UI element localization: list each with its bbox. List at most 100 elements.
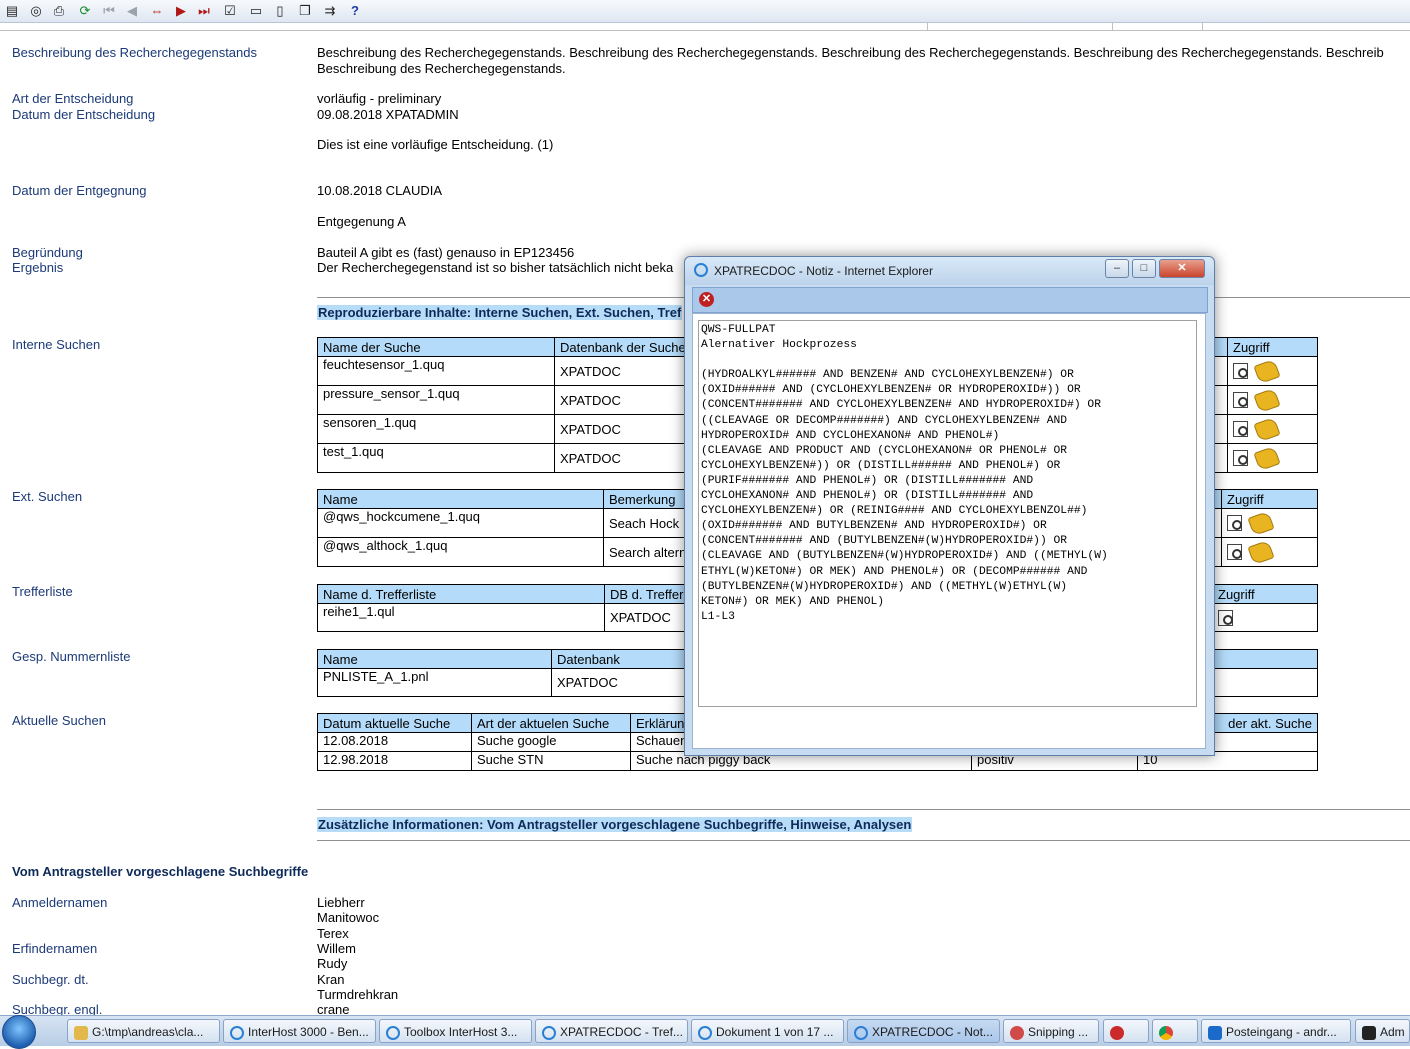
taskbar-item-snipping[interactable]: Snipping ... [1003, 1019, 1099, 1043]
taskbar-item-chrome[interactable] [1152, 1019, 1198, 1043]
col-name: Name [317, 649, 552, 669]
view-document-icon[interactable] [1233, 421, 1248, 437]
taskbar-item-xpatrecdoc-tref[interactable]: XPATRECDOC - Tref... [535, 1019, 688, 1043]
section-zusatz: Zusätzliche Informationen: Vom Antragste… [317, 817, 913, 832]
next-icon[interactable]: ▶ [172, 2, 190, 20]
cell-name: PNLISTE_A_1.pnl [317, 668, 552, 697]
close-note-icon[interactable]: ✕ [699, 292, 714, 307]
cell-name: @qws_althock_1.quq [317, 537, 604, 567]
view-document-icon[interactable] [1218, 609, 1233, 626]
col-zugriff: Zugriff [1227, 337, 1318, 357]
view-document-icon[interactable] [1233, 392, 1248, 408]
beschreibung-label: Beschreibung des Recherchegegenstands [12, 45, 258, 60]
search-forward-icon[interactable]: ⇉ [321, 2, 339, 20]
entgegnung-label: Datum der Entgegnung [12, 183, 147, 198]
edit-icon[interactable]: ☑ [221, 2, 239, 20]
view-document-icon[interactable] [1227, 544, 1242, 560]
note-textarea[interactable]: QWS-FULLPAT Alernativer Hockprozess (HYD… [698, 320, 1197, 707]
note-icon[interactable] [1247, 539, 1275, 565]
note-icon[interactable] [1253, 358, 1281, 384]
ext-suchen-label: Ext. Suchen [12, 489, 83, 504]
cell-name: test_1.quq [317, 443, 555, 473]
col-name: Name der Suche [317, 337, 555, 357]
suchbegr-dt-label: Suchbegr. dt. [12, 972, 89, 987]
swap-icon[interactable]: ⇔ [148, 2, 166, 20]
console-icon [1362, 1025, 1376, 1040]
first-icon[interactable]: ⏮ [100, 2, 118, 20]
cell-name: @qws_hockcumene_1.quq [317, 508, 604, 538]
taskbar-item-xpatrecdoc-notiz[interactable]: XPATRECDOC - Not... [847, 1019, 1000, 1043]
taskbar-item-explorer[interactable]: G:\tmp\andreas\cla... [67, 1019, 220, 1043]
datum-value: 09.08.2018 XPATADMIN [317, 107, 459, 122]
close-button[interactable]: ✕ [1159, 259, 1205, 278]
chrome-icon [1159, 1025, 1173, 1040]
view-document-icon[interactable] [1227, 515, 1242, 531]
start-button[interactable] [2, 1015, 36, 1049]
save-icon[interactable]: ▤ [3, 2, 21, 20]
cell-art: Suche google [471, 732, 631, 752]
ergebnis-label: Ergebnis [12, 260, 64, 275]
divider [317, 809, 1410, 810]
nummernliste-label: Gesp. Nummernliste [12, 649, 131, 664]
ie-icon [854, 1025, 868, 1040]
prev-icon[interactable]: ◀ [123, 2, 141, 20]
taskbar-item-app[interactable] [1103, 1019, 1149, 1043]
document-icon[interactable]: ▯ [271, 2, 289, 20]
copy-icon[interactable]: ❐ [296, 2, 314, 20]
taskbar-item-label: Dokument 1 von 17 ... [716, 1025, 834, 1039]
toolbar: ▤ ◎ ⎙ ⟳ ⏮ ◀ ⇔ ▶ ⏭ ☑ ▭ ▯ ❐ ⇉ ? [0, 0, 1410, 23]
taskbar-item-toolbox[interactable]: Toolbox InterHost 3... [379, 1019, 532, 1043]
datum-label: Datum der Entscheidung [12, 107, 156, 122]
erfinder-value: Willem [317, 941, 356, 956]
erfinder-value: Rudy [317, 956, 348, 971]
minimize-button[interactable]: – [1105, 259, 1129, 278]
view-document-icon[interactable] [1233, 450, 1248, 466]
col-zugriff: Zugriff [1212, 584, 1318, 604]
binoculars-icon[interactable]: ◎ [27, 2, 45, 20]
view-document-icon[interactable] [1233, 363, 1248, 379]
note-icon[interactable] [1247, 510, 1275, 536]
folder-icon [74, 1025, 88, 1040]
entgegnung-value: 10.08.2018 CLAUDIA [317, 183, 443, 198]
taskbar-item-label: XPATRECDOC - Tref... [560, 1025, 683, 1039]
entgegnung-text: Entgegenung A [317, 214, 406, 229]
cell-name: sensoren_1.quq [317, 414, 555, 444]
taskbar-item-cmd[interactable]: Adm [1355, 1019, 1410, 1043]
cell-name: feuchtesensor_1.quq [317, 356, 555, 386]
col-art: Art der aktuelen Suche [471, 713, 631, 733]
note-icon[interactable] [1253, 445, 1281, 471]
cell-art: Suche STN [471, 751, 631, 771]
taskbar-item-label: Adm [1380, 1025, 1405, 1039]
col-datum: Datum aktuelle Suche [317, 713, 472, 733]
ie-icon [698, 1025, 712, 1040]
anmelder-value: Liebherr [317, 895, 365, 910]
beschreibung-value-2: Beschreibung des Recherchegegenstands. [317, 61, 566, 76]
header-grid-lines [0, 22, 1410, 31]
folder-icon[interactable]: ▭ [247, 2, 265, 20]
taskbar-item-outlook[interactable]: Posteingang - andr... [1201, 1019, 1351, 1043]
cell-name: pressure_sensor_1.quq [317, 385, 555, 415]
suchbegr-dt-value: Turmdrehkran [317, 987, 399, 1002]
maximize-button[interactable]: □ [1132, 259, 1156, 278]
refresh-icon[interactable]: ⟳ [76, 2, 94, 20]
ergebnis-value: Der Recherchegegenstand ist so bisher ta… [317, 260, 674, 275]
popup-title: XPATRECDOC - Notiz - Internet Explorer [714, 264, 933, 278]
taskbar-item-dokument[interactable]: Dokument 1 von 17 ... [691, 1019, 844, 1043]
ie-icon [230, 1025, 244, 1040]
begruendung-value: Bauteil A gibt es (fast) genauso in EP12… [317, 245, 575, 260]
cell-datum: 12.98.2018 [317, 751, 472, 771]
ie-icon [694, 263, 708, 277]
taskbar-item-interhost[interactable]: InterHost 3000 - Ben... [223, 1019, 376, 1043]
anmelder-value: Terex [317, 926, 349, 941]
last-icon[interactable]: ⏭ [195, 2, 213, 20]
note-icon[interactable] [1253, 416, 1281, 442]
ie-icon [386, 1025, 400, 1040]
art-label: Art der Entscheidung [12, 91, 134, 106]
print-icon[interactable]: ⎙ [50, 2, 68, 20]
begruendung-label: Begründung [12, 245, 83, 260]
help-icon[interactable]: ? [346, 2, 364, 20]
note-icon[interactable] [1253, 387, 1281, 413]
popup-body: QWS-FULLPAT Alernativer Hockprozess (HYD… [692, 313, 1206, 749]
cell-datum: 12.08.2018 [317, 732, 472, 752]
popup-titlebar[interactable]: XPATRECDOC - Notiz - Internet Explorer –… [685, 257, 1214, 285]
